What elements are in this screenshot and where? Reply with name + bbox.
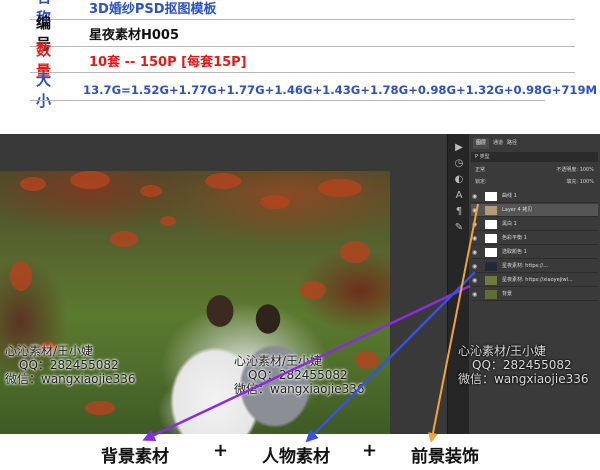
tab-paths[interactable]: 路径	[507, 138, 517, 149]
divider	[30, 72, 575, 73]
layers-panel: 图层 通道 路径 P 类型 正常 不透明度: 100% 锁定: 填充: 100%…	[469, 134, 600, 434]
layer-name: 背景	[502, 291, 513, 297]
layer-thumbnail	[485, 276, 497, 285]
layer-row[interactable]: ◉ 选取颜色 1	[471, 246, 598, 259]
layer-thumbnail	[485, 206, 497, 215]
info-value-name: 3D婚纱PSD抠图模板	[89, 1, 217, 17]
leaf-decoration	[10, 261, 32, 291]
watermark: 心沁素材/王小婕 QQ：282455082 微信：wangxiaojie336	[5, 344, 135, 386]
history-icon[interactable]: ◷	[452, 158, 466, 170]
watermark: 心沁素材/王小婕 QQ：282455082 微信：wangxiaojie336	[458, 344, 588, 386]
ps-panel-toolbar: ▶ ◷ ◐ A ¶ ✎	[447, 134, 469, 434]
leaf-decoration	[260, 195, 290, 209]
eye-icon[interactable]: ◉	[472, 232, 480, 245]
plus-sign: +	[362, 440, 378, 461]
layer-row[interactable]: ◉ 星夜素材: https://...	[471, 260, 598, 273]
watermark-line: 心沁素材/王小婕	[234, 354, 323, 368]
tab-layers[interactable]: 图层	[473, 138, 490, 149]
layer-name: 星夜素材: https://xiaoyejiwl...	[502, 277, 573, 283]
text-icon[interactable]: A	[452, 190, 466, 202]
eye-icon[interactable]: ◉	[472, 204, 480, 217]
fill-field[interactable]: 填充: 100%	[566, 177, 594, 187]
divider	[30, 19, 575, 20]
caption-background-material: 背景素材	[101, 447, 169, 467]
eye-icon[interactable]: ◉	[472, 274, 480, 287]
plus-sign: +	[213, 440, 229, 461]
layer-thumbnail	[485, 192, 497, 201]
leaf-decoration	[140, 185, 162, 197]
layer-thumbnail	[485, 234, 497, 243]
info-value-code: 星夜素材H005	[89, 27, 180, 43]
tab-channels[interactable]: 通道	[493, 138, 503, 149]
watermark-line: 微信：wangxiaojie336	[458, 372, 589, 386]
play-icon[interactable]: ▶	[452, 142, 466, 154]
blend-mode-row: 正常 不透明度: 100%	[471, 165, 598, 175]
watermark: 心沁素材/王小婕 QQ：282455082 微信：wangxiaojie336	[234, 354, 364, 396]
watermark-line: 心沁素材/王小婕	[5, 344, 94, 358]
layer-thumbnail	[485, 220, 497, 229]
layer-filter-select[interactable]: P 类型	[471, 152, 598, 162]
watermark-line: 心沁素材/王小婕	[458, 344, 547, 358]
layer-thumbnail	[485, 248, 497, 257]
leaf-decoration	[300, 281, 326, 299]
eye-icon[interactable]: ◉	[472, 190, 480, 203]
layer-row[interactable]: ◉ 星夜素材: https://xiaoyejiwl...	[471, 274, 598, 287]
layer-filter-label: P 类型	[475, 154, 490, 160]
lock-row: 锁定: 填充: 100%	[471, 177, 598, 187]
layer-row[interactable]: ◉ 色彩平衡 1	[471, 232, 598, 245]
info-value-size: 13.7G=1.52G+1.77G+1.77G+1.46G+1.43G+1.78…	[83, 83, 598, 97]
paragraph-icon[interactable]: ¶	[452, 206, 466, 218]
leaf-decoration	[340, 241, 370, 263]
leaf-decoration	[20, 177, 46, 191]
layer-row[interactable]: ◉ 曲线 1	[471, 190, 598, 203]
watermark-line: 微信：wangxiaojie336	[234, 382, 365, 396]
layer-thumbnail	[485, 290, 497, 299]
divider	[30, 100, 545, 101]
leaf-decoration	[160, 216, 176, 226]
layer-name: 星夜素材: https://...	[502, 263, 548, 269]
layer-row[interactable]: ◉ 背景	[471, 288, 598, 301]
eye-icon[interactable]: ◉	[472, 288, 480, 301]
opacity-field[interactable]: 不透明度: 100%	[556, 165, 594, 175]
layer-name: 曲线 1	[502, 193, 517, 199]
caption-foreground-decoration: 前景装饰	[411, 447, 479, 467]
eye-icon[interactable]: ◉	[472, 218, 480, 231]
layer-name: 选取颜色 1	[502, 249, 527, 255]
layer-thumbnail	[485, 262, 497, 271]
layer-name: 色彩平衡 1	[502, 235, 527, 241]
divider	[30, 46, 575, 47]
watermark-line: QQ：282455082	[472, 358, 572, 372]
layer-name: Layer 4 拷贝	[502, 207, 533, 213]
layer-name: 黑白 1	[502, 221, 517, 227]
info-key-size: 大小	[36, 71, 52, 110]
leaf-decoration	[70, 171, 110, 189]
layer-row[interactable]: ◉ 黑白 1	[471, 218, 598, 231]
eye-icon[interactable]: ◉	[472, 246, 480, 259]
leaf-decoration	[205, 173, 241, 189]
layers-tabs: 图层 通道 路径	[469, 138, 600, 149]
lock-label: 锁定:	[475, 179, 487, 185]
leaf-decoration	[318, 179, 362, 197]
brush-icon[interactable]: ✎	[452, 222, 466, 234]
caption-people-material: 人物素材	[262, 447, 330, 467]
layer-row[interactable]: ◉ Layer 4 拷贝	[471, 204, 598, 217]
info-value-quantity: 10套 -- 150P [每套15P]	[89, 54, 247, 70]
canvas-area	[0, 134, 447, 434]
watermark-line: 微信：wangxiaojie336	[5, 372, 136, 386]
eye-icon[interactable]: ◉	[472, 260, 480, 273]
leaf-decoration	[110, 231, 138, 247]
blend-mode-select[interactable]: 正常	[475, 167, 485, 173]
watermark-line: QQ：282455082	[19, 358, 119, 372]
watermark-line: QQ：282455082	[248, 368, 348, 382]
leaf-decoration	[85, 401, 115, 415]
adjust-icon[interactable]: ◐	[452, 174, 466, 186]
